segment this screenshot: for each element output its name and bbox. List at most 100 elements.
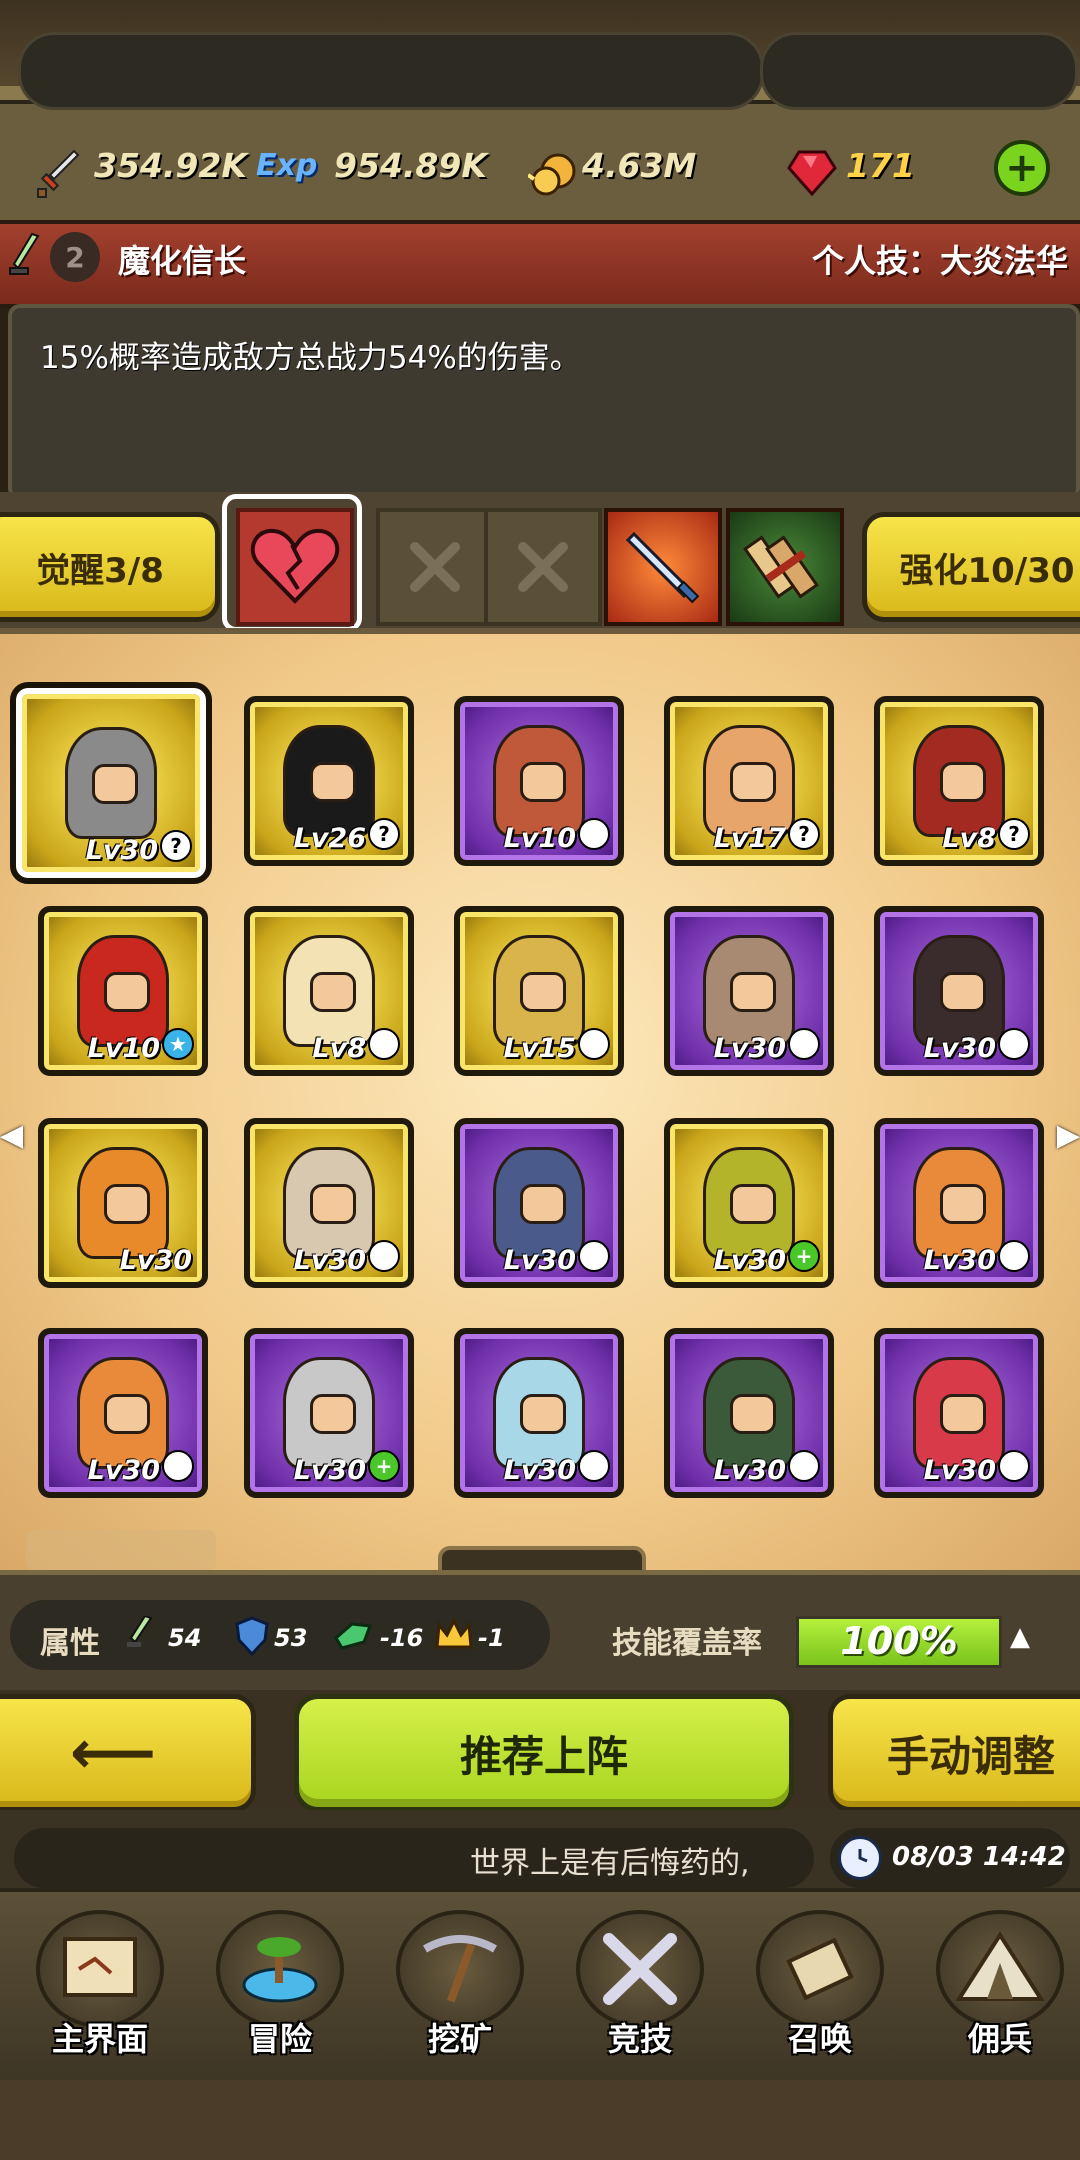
hero-portrait (77, 1357, 169, 1469)
hero-portrait (77, 1147, 169, 1259)
skill-coverage-label: 技能覆盖率 (612, 1626, 762, 1661)
personal-skill-label: 个人技：大炎法华 (811, 242, 1068, 280)
hero-card[interactable]: Lv17? (664, 696, 834, 866)
enhance-button[interactable]: 强化10/30 (862, 512, 1080, 622)
resource-pill (18, 32, 764, 110)
hero-card[interactable]: Lv30? (10, 682, 212, 884)
hero-card[interactable]: Lv30 ↗ (38, 1328, 208, 1498)
hero-card[interactable]: Lv30 ↗ (454, 1118, 624, 1288)
sword-icon (30, 145, 90, 205)
hero-level: Lv10 (503, 823, 576, 854)
gem-value: 171 (846, 146, 915, 185)
prev-page-arrow[interactable]: ◀ (0, 1118, 23, 1153)
hero-status-badge: ↗ (998, 1240, 1030, 1272)
crown-icon (434, 1612, 474, 1656)
hero-card[interactable]: Lv10 ↗ (454, 696, 624, 866)
hero-status-badge: ? (788, 818, 820, 850)
hero-card[interactable]: Lv30 ↗ (244, 1118, 414, 1288)
exp-icon: Exp (256, 148, 318, 183)
hero-card[interactable]: Lv30 ↗ (874, 906, 1044, 1076)
hero-portrait (493, 935, 585, 1047)
empty-slot[interactable] (376, 508, 494, 626)
skill-coverage-value: 100% (840, 1619, 958, 1663)
hero-portrait (65, 727, 157, 839)
hero-portrait (913, 1357, 1005, 1469)
sword-skill-slot[interactable] (604, 508, 722, 626)
nav-item[interactable]: 挖矿 (370, 1890, 550, 2060)
hero-card[interactable]: Lv15 ↗ (454, 906, 624, 1076)
nav-item[interactable]: 竞技 (550, 1890, 730, 2060)
hero-level: Lv30 (923, 1455, 996, 1486)
next-page-arrow[interactable]: ▶ (1057, 1118, 1080, 1153)
attack-stat-value: 54 (168, 1624, 202, 1652)
hero-status-badge: ↗ (578, 1028, 610, 1060)
summon-scroll-icon (756, 1910, 884, 2028)
nav-label: 挖矿 (427, 2020, 492, 2058)
hero-card[interactable]: Lv30 ↗ (664, 1328, 834, 1498)
blazing-sword-icon (625, 531, 700, 604)
hero-level: Lv30 (293, 1245, 366, 1276)
recommend-lineup-label: 推荐上阵 (459, 1731, 628, 1781)
nav-item[interactable]: 召唤 (730, 1890, 910, 2060)
hero-card[interactable]: Lv30 ↗ (874, 1118, 1044, 1288)
hero-portrait (493, 1147, 585, 1259)
hero-card[interactable]: Lv30 ↗ (664, 906, 834, 1076)
shield-icon (232, 1614, 272, 1658)
hero-level: Lv30 (85, 835, 158, 866)
hero-status-badge: ? (368, 818, 400, 850)
broken-heart-icon (250, 528, 340, 604)
awaken-label: 觉醒3/8 (36, 550, 164, 591)
stats-label: 属性 (40, 1626, 100, 1661)
ruby-gem-icon (782, 140, 842, 204)
attack-stat-icon (122, 1614, 162, 1658)
hero-portrait (283, 1147, 375, 1259)
hero-card[interactable]: Lv10 ★ (38, 906, 208, 1076)
scroll-skill-slot[interactable] (726, 508, 844, 626)
hero-level: Lv15 (503, 1033, 576, 1064)
hero-portrait (283, 1357, 375, 1469)
nav-item[interactable]: 佣兵 (910, 1890, 1080, 2060)
empty-slot[interactable] (484, 508, 602, 626)
hero-level: Lv8 (942, 823, 996, 854)
locked-x-icon (410, 542, 460, 592)
nav-item[interactable]: 主界面 (10, 1890, 190, 2060)
hero-card[interactable]: Lv30 + (244, 1328, 414, 1498)
nav-item[interactable]: 冒险 (190, 1890, 370, 2060)
hero-level: Lv30 (119, 1245, 192, 1276)
broken-heart-slot[interactable] (236, 508, 354, 626)
hero-level: Lv17 (713, 823, 786, 854)
hero-status-badge: ★ (162, 1028, 194, 1060)
hero-status-badge: ↗ (368, 1240, 400, 1272)
awaken-button[interactable]: 觉醒3/8 (0, 512, 220, 622)
add-gem-button[interactable]: + (994, 140, 1050, 196)
hero-level: Lv10 (87, 1033, 160, 1064)
skill-description: 15%概率造成敌方总战力54%的伤害。 (40, 340, 581, 376)
speed-stat-value: -16 (380, 1624, 424, 1652)
hero-portrait (283, 725, 375, 837)
hero-portrait (703, 1147, 795, 1259)
attack-power-value: 354.92K (94, 146, 247, 185)
hero-rank-badge: 2 (50, 232, 100, 282)
hero-card[interactable]: Lv30 + (664, 1118, 834, 1288)
nav-label: 冒险 (247, 2020, 312, 2058)
hero-status-badge: + (788, 1240, 820, 1272)
hero-card[interactable]: Lv8? (874, 696, 1044, 866)
hero-card[interactable]: Lv30 ↗ (874, 1328, 1044, 1498)
recommend-lineup-button[interactable]: 推荐上阵 (294, 1694, 794, 1812)
hero-portrait (913, 1147, 1005, 1259)
hero-level: Lv26 (293, 823, 366, 854)
manual-adjust-button[interactable]: 手动调整 (828, 1694, 1080, 1812)
hero-card[interactable]: Lv8 ↗ (244, 906, 414, 1076)
hero-class-icon (0, 226, 56, 294)
hero-card[interactable]: Lv26? (244, 696, 414, 866)
hero-card[interactable]: Lv30 (38, 1118, 208, 1288)
expand-stats-icon[interactable]: ▲ (1010, 1622, 1030, 1652)
hero-status-badge: ↗ (578, 1240, 610, 1272)
hero-level: Lv30 (713, 1455, 786, 1486)
hero-portrait (703, 1357, 795, 1469)
exp-value: 954.89K (334, 146, 487, 185)
hero-card[interactable]: Lv30 ↗ (454, 1328, 624, 1498)
hero-portrait (493, 725, 585, 837)
island-icon (216, 1910, 344, 2028)
back-button[interactable]: ⟵ (0, 1694, 256, 1812)
